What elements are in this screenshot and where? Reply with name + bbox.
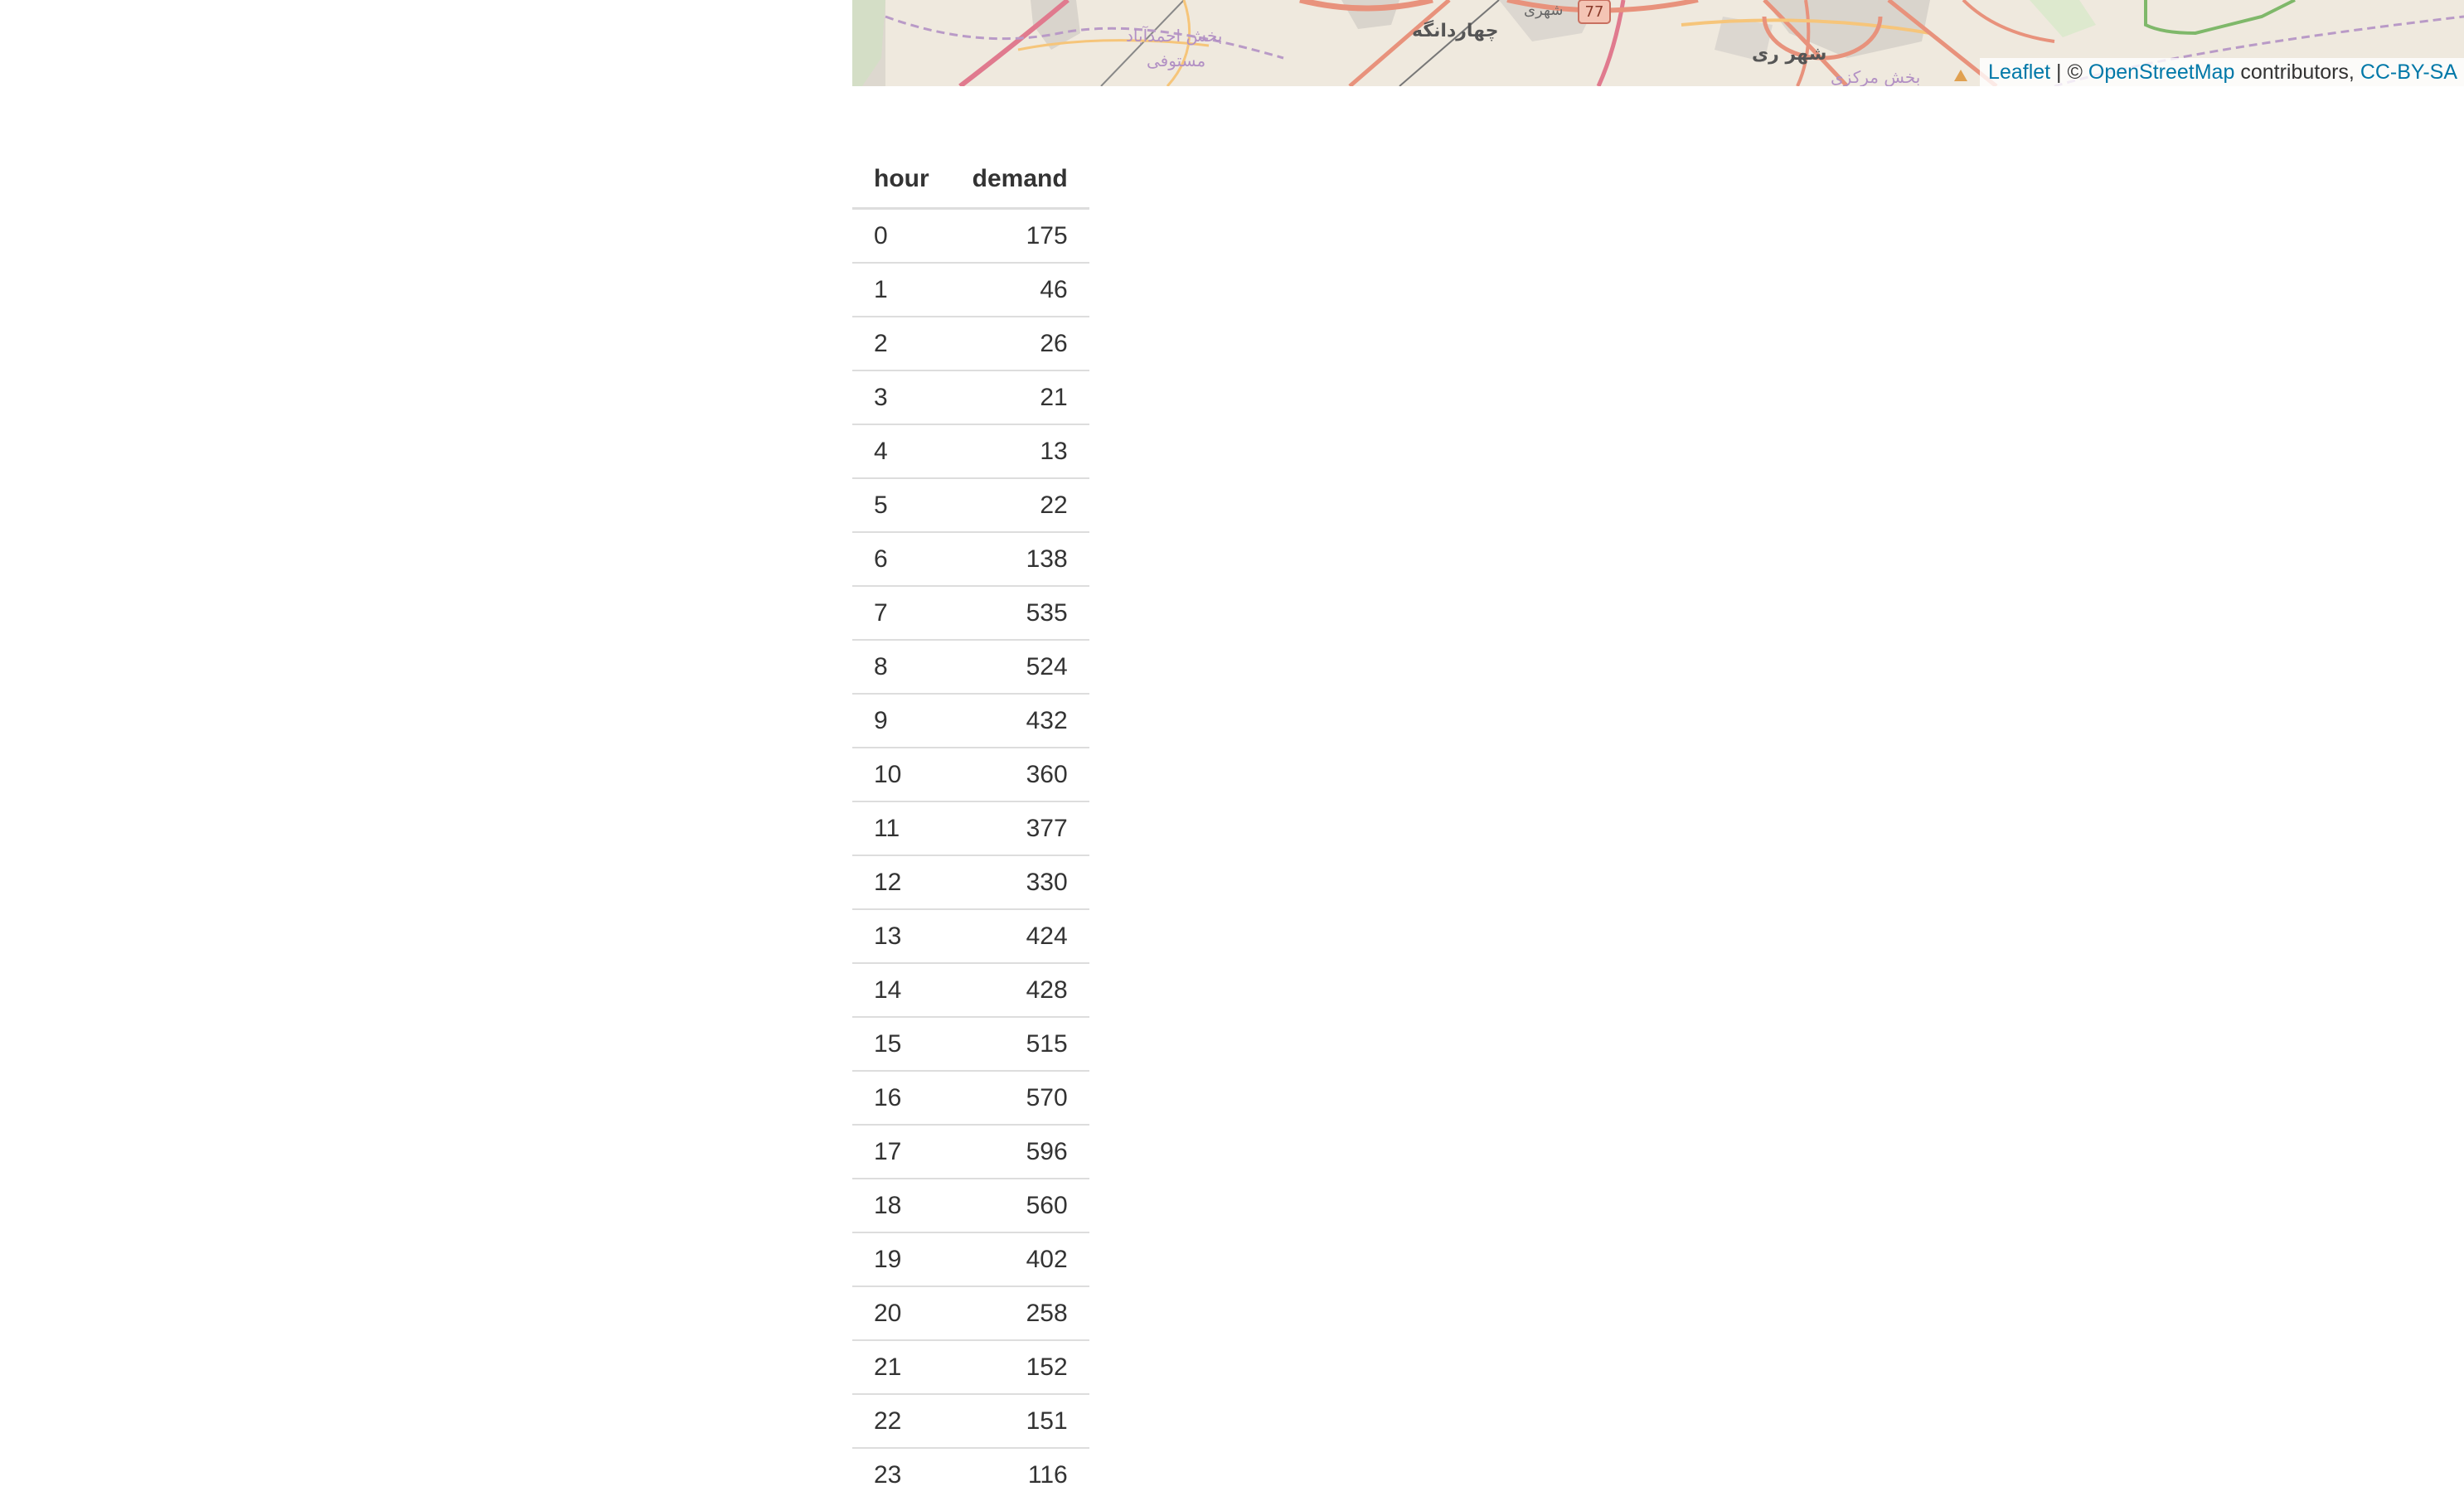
cell-demand: 570: [951, 1071, 1089, 1125]
cell-hour: 20: [852, 1286, 951, 1340]
cell-demand: 175: [951, 209, 1089, 264]
map-label: بخش احمدآباد: [1126, 25, 1222, 46]
cell-hour: 13: [852, 909, 951, 963]
table-header-row: hour demand: [852, 151, 1089, 209]
table-row: 8524: [852, 640, 1089, 694]
map-label: مستوفی: [1147, 51, 1205, 70]
map-label: بخش مرکزی: [1831, 67, 1920, 86]
cell-demand: 428: [951, 963, 1089, 1017]
cell-demand: 524: [951, 640, 1089, 694]
table-row: 13424: [852, 909, 1089, 963]
openstreetmap-link[interactable]: OpenStreetMap: [2088, 61, 2235, 84]
table-row: 19402: [852, 1232, 1089, 1286]
table-row: 12330: [852, 855, 1089, 909]
cell-hour: 19: [852, 1232, 951, 1286]
cell-demand: 360: [951, 748, 1089, 801]
header-hour: hour: [852, 151, 951, 209]
leaflet-link[interactable]: Leaflet: [1988, 61, 2050, 84]
cell-demand: 116: [951, 1448, 1089, 1501]
cell-hour: 11: [852, 801, 951, 855]
cell-hour: 15: [852, 1017, 951, 1071]
cell-hour: 1: [852, 263, 951, 317]
cell-hour: 18: [852, 1179, 951, 1232]
cell-hour: 16: [852, 1071, 951, 1125]
table-row: 413: [852, 424, 1089, 478]
road-shield-label: 77: [1585, 3, 1604, 21]
cell-hour: 14: [852, 963, 951, 1017]
table-row: 6138: [852, 532, 1089, 586]
cell-hour: 21: [852, 1340, 951, 1394]
header-demand: demand: [951, 151, 1089, 209]
table-row: 146: [852, 263, 1089, 317]
cell-demand: 596: [951, 1125, 1089, 1179]
map-label: شهر ری: [1752, 44, 1826, 65]
table-row: 11377: [852, 801, 1089, 855]
table-body: 0175146226321413522613875358524943210360…: [852, 209, 1089, 1501]
table-row: 17596: [852, 1125, 1089, 1179]
cell-hour: 10: [852, 748, 951, 801]
table-row: 23116: [852, 1448, 1089, 1501]
demand-table: hour demand 0175146226321413522613875358…: [852, 151, 1089, 1501]
cell-demand: 152: [951, 1340, 1089, 1394]
table-row: 7535: [852, 586, 1089, 640]
cell-hour: 17: [852, 1125, 951, 1179]
table-row: 14428: [852, 963, 1089, 1017]
cell-demand: 151: [951, 1394, 1089, 1448]
map-widget[interactable]: بخش احمدآباد مستوفی چهاردانگه شهری 77 شه…: [852, 0, 2464, 86]
table-row: 15515: [852, 1017, 1089, 1071]
cell-hour: 23: [852, 1448, 951, 1501]
cell-demand: 138: [951, 532, 1089, 586]
table-row: 10360: [852, 748, 1089, 801]
cell-hour: 2: [852, 317, 951, 370]
map-label: چهاردانگه: [1412, 19, 1499, 41]
table-row: 226: [852, 317, 1089, 370]
map-attribution: Leaflet | © OpenStreetMap contributors, …: [1980, 58, 2464, 86]
cell-demand: 535: [951, 586, 1089, 640]
table-row: 16570: [852, 1071, 1089, 1125]
cell-hour: 22: [852, 1394, 951, 1448]
cell-demand: 21: [951, 370, 1089, 424]
cell-demand: 13: [951, 424, 1089, 478]
cell-demand: 22: [951, 478, 1089, 532]
cell-hour: 12: [852, 855, 951, 909]
cell-demand: 402: [951, 1232, 1089, 1286]
table-row: 20258: [852, 1286, 1089, 1340]
cell-hour: 6: [852, 532, 951, 586]
attribution-contributors-text: contributors,: [2234, 61, 2360, 84]
cell-demand: 432: [951, 694, 1089, 748]
cell-hour: 7: [852, 586, 951, 640]
attribution-separator: | ©: [2050, 61, 2088, 84]
cell-hour: 0: [852, 209, 951, 264]
table-row: 22151: [852, 1394, 1089, 1448]
cell-hour: 4: [852, 424, 951, 478]
table-row: 321: [852, 370, 1089, 424]
cell-demand: 330: [951, 855, 1089, 909]
cc-by-sa-link[interactable]: CC-BY-SA: [2360, 61, 2457, 84]
cell-demand: 515: [951, 1017, 1089, 1071]
table-row: 9432: [852, 694, 1089, 748]
cell-demand: 560: [951, 1179, 1089, 1232]
cell-demand: 258: [951, 1286, 1089, 1340]
map-label: شهری: [1524, 2, 1563, 19]
cell-hour: 8: [852, 640, 951, 694]
cell-hour: 9: [852, 694, 951, 748]
cell-demand: 26: [951, 317, 1089, 370]
table-row: 0175: [852, 209, 1089, 264]
table-row: 522: [852, 478, 1089, 532]
cell-hour: 5: [852, 478, 951, 532]
cell-demand: 46: [951, 263, 1089, 317]
cell-demand: 424: [951, 909, 1089, 963]
table-row: 21152: [852, 1340, 1089, 1394]
cell-hour: 3: [852, 370, 951, 424]
table-row: 18560: [852, 1179, 1089, 1232]
cell-demand: 377: [951, 801, 1089, 855]
